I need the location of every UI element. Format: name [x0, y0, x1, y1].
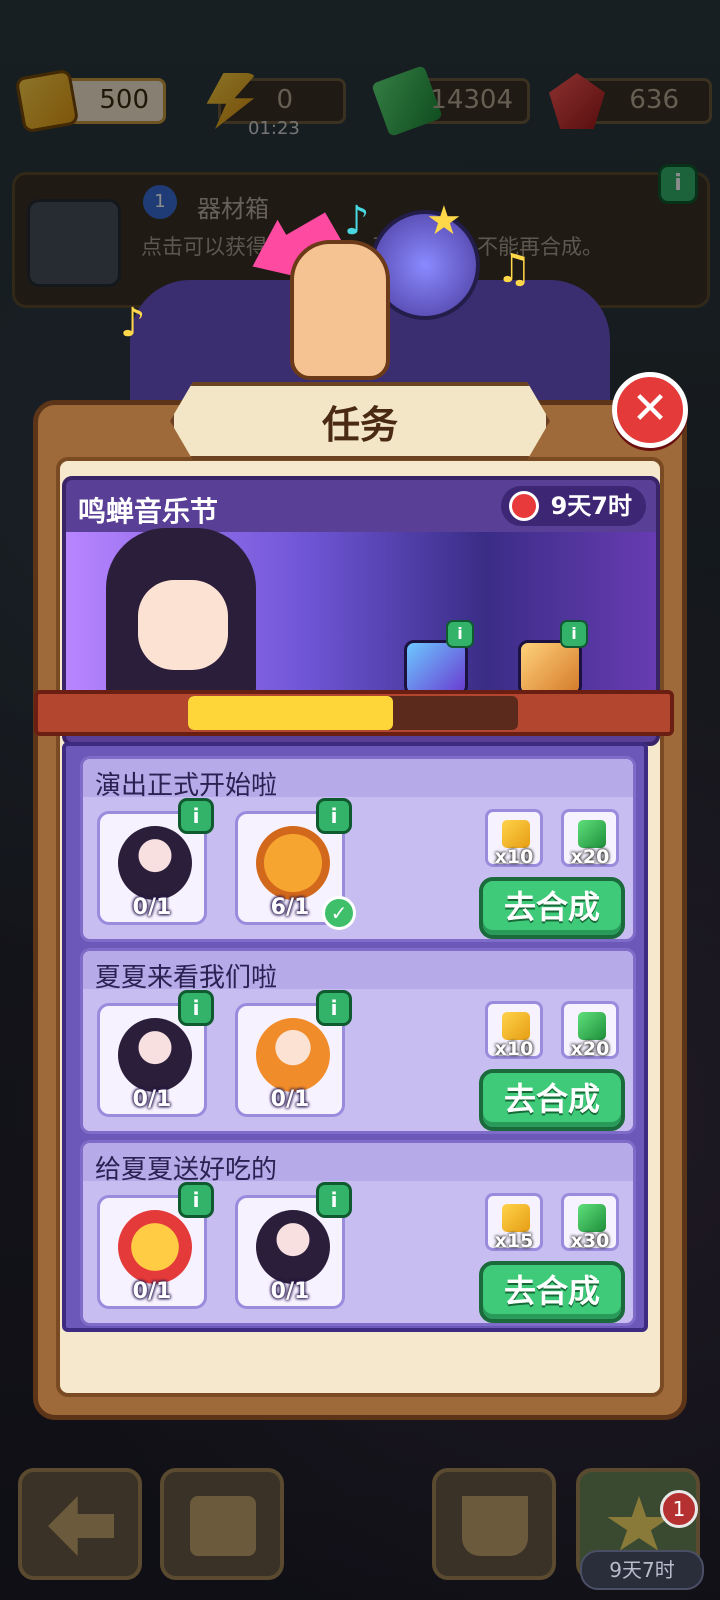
ticket-icon	[502, 1204, 530, 1232]
go-merge-button[interactable]: 去合成	[479, 1069, 625, 1131]
go-merge-button[interactable]: 去合成	[479, 877, 625, 939]
task-list: 演出正式开始啦 0/1 i 6/1 i ✓ x10 x20 去合成 夏夏来看我们…	[62, 742, 648, 1332]
info-icon[interactable]: i	[178, 798, 214, 834]
task-name: 夏夏来看我们啦	[95, 963, 278, 993]
requirement-count: 0/1	[132, 1087, 172, 1112]
event-title: 鸣蝉音乐节	[78, 495, 219, 528]
back-arrow-icon	[48, 1496, 114, 1556]
info-icon[interactable]: i	[316, 798, 352, 834]
cash-icon	[578, 1204, 606, 1232]
requirement-slot[interactable]: 0/1 i	[235, 990, 352, 1117]
reward-amount: x20	[570, 846, 610, 868]
requirement-slot[interactable]: 0/1 i	[235, 1182, 352, 1309]
close-button[interactable]: ✕	[612, 372, 688, 448]
requirement-slot[interactable]: 6/1 i ✓	[235, 798, 356, 930]
idol-icon	[118, 826, 192, 900]
idol-icon	[118, 1018, 192, 1092]
go-merge-button[interactable]: 去合成	[479, 1261, 625, 1323]
reward-amount: x20	[570, 1038, 610, 1060]
ticket-icon	[502, 1012, 530, 1040]
requirement-count: 0/1	[132, 1279, 172, 1304]
back-button[interactable]	[18, 1468, 142, 1580]
info-icon[interactable]: i	[178, 1182, 214, 1218]
info-icon[interactable]: i	[560, 620, 588, 648]
requirement-count: 0/1	[270, 1279, 310, 1304]
info-icon[interactable]: i	[178, 990, 214, 1026]
info-icon[interactable]: i	[446, 620, 474, 648]
basket-button[interactable]	[432, 1468, 556, 1580]
reward-slot: x15	[485, 1193, 543, 1252]
event-progress-fill	[188, 696, 393, 730]
basket-icon	[462, 1496, 528, 1556]
task-card: 演出正式开始啦 0/1 i 6/1 i ✓ x10 x20 去合成	[80, 756, 636, 942]
music-chest-icon[interactable]	[404, 640, 468, 696]
reward-amount: x15	[494, 1230, 534, 1252]
idol-icon	[256, 1210, 330, 1284]
event-progress-bar	[188, 696, 518, 730]
info-icon[interactable]: i	[316, 1182, 352, 1218]
requirement-slot[interactable]: 0/1 i	[97, 1182, 214, 1309]
podium-icon	[190, 1496, 256, 1556]
info-icon[interactable]: i	[316, 990, 352, 1026]
reward-slot: x20	[561, 1001, 619, 1060]
cash-icon	[578, 1012, 606, 1040]
reward-amount: x10	[494, 846, 534, 868]
fist-decoration	[290, 240, 390, 380]
task-name: 给夏夏送好吃的	[95, 1155, 278, 1185]
bottom-event-timer: 9天7时	[580, 1550, 704, 1590]
notification-badge: 1	[660, 1490, 698, 1528]
reward-slot: x20	[561, 809, 619, 868]
reward-slot: x10	[485, 809, 543, 868]
music-note-icon: ♪	[120, 300, 146, 346]
star-icon: ★	[426, 198, 462, 244]
girl-orange-hair-icon	[256, 1018, 330, 1092]
reward-slot: x30	[561, 1193, 619, 1252]
ticket-icon	[502, 820, 530, 848]
golden-chest-icon[interactable]	[518, 640, 582, 696]
music-note-icon: ♫	[496, 246, 532, 292]
music-note-icon: ♪	[344, 198, 370, 244]
requirement-slot[interactable]: 0/1 i	[97, 990, 214, 1117]
event-timer: 9天7时	[500, 486, 646, 526]
requirement-slot[interactable]: 0/1 i	[97, 798, 214, 925]
task-card: 夏夏来看我们啦 0/1 i 0/1 i x10 x20 去合成	[80, 948, 636, 1134]
ranking-button[interactable]	[160, 1468, 284, 1580]
panel-title: 任务	[321, 403, 398, 447]
requirement-count: 0/1	[270, 1087, 310, 1112]
clock-icon	[508, 491, 539, 521]
idol-face	[138, 580, 228, 670]
reward-slot: x10	[485, 1001, 543, 1060]
task-name: 演出正式开始啦	[95, 771, 278, 801]
burger-fries-icon	[256, 826, 330, 900]
reward-amount: x10	[494, 1038, 534, 1060]
task-card: 给夏夏送好吃的 0/1 i 0/1 i x15 x30 去合成	[80, 1140, 636, 1326]
reward-amount: x30	[570, 1230, 610, 1252]
requirement-count: 0/1	[132, 895, 172, 920]
fried-chicken-drink-icon	[118, 1210, 192, 1284]
event-timer-text: 9天7时	[550, 492, 632, 520]
checkmark-icon: ✓	[322, 896, 356, 930]
cash-icon	[578, 820, 606, 848]
